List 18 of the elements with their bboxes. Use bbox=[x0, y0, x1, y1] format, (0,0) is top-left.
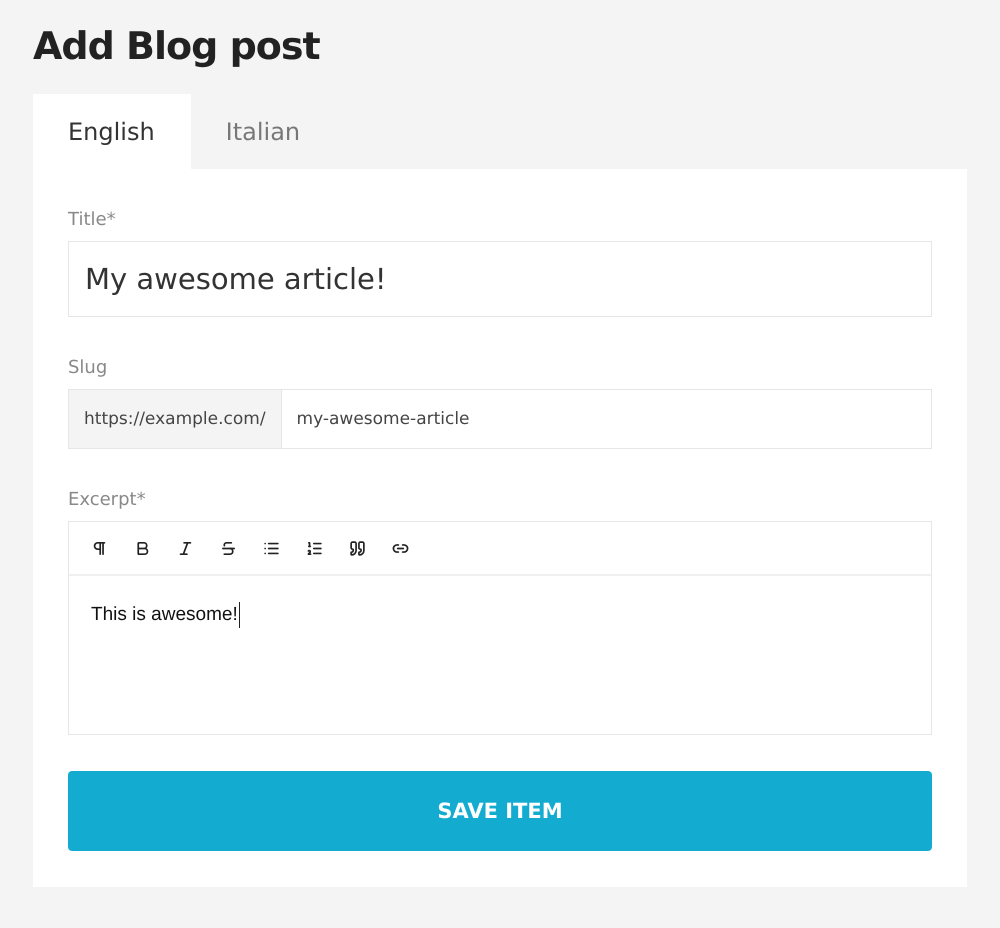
field-label: Title* bbox=[68, 209, 116, 231]
field-label: Excerpt* bbox=[68, 489, 146, 511]
strikethrough-icon bbox=[220, 540, 236, 556]
excerpt-text: This is awesome! bbox=[91, 604, 238, 626]
url-prefix: https://example.com/ bbox=[69, 390, 282, 448]
slug-field[interactable]: https://example.com/ my-awesome-article bbox=[68, 389, 932, 449]
text-cursor bbox=[238, 602, 240, 628]
pilcrow-icon bbox=[90, 540, 108, 556]
bulleted-list-icon bbox=[262, 540, 280, 556]
italic-icon bbox=[176, 540, 194, 556]
excerpt-editor[interactable]: This is awesome! bbox=[68, 521, 932, 735]
field-label: Slug bbox=[68, 357, 108, 379]
quote-icon bbox=[348, 540, 366, 556]
page-title: Add Blog post bbox=[33, 23, 321, 70]
numbered-list-icon bbox=[306, 540, 322, 556]
language-tab[interactable]: English bbox=[33, 94, 191, 169]
title-field[interactable]: My awesome article! bbox=[68, 241, 932, 317]
language-tab[interactable]: Italian bbox=[190, 94, 336, 169]
